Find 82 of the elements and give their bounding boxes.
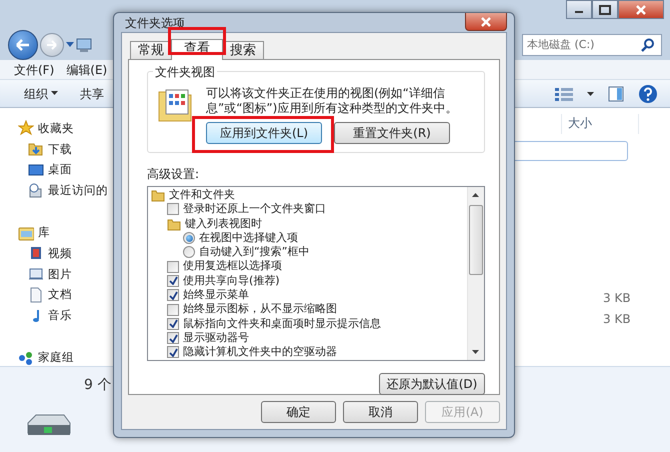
option-label: 隐藏计算机文件夹中的空驱动器 (183, 344, 337, 360)
tree-folder-label: 文件和文件夹 (169, 187, 235, 203)
checkbox[interactable] (167, 346, 179, 358)
radio-button[interactable] (183, 246, 195, 258)
radio-button[interactable] (183, 232, 195, 244)
dialog-button[interactable]: 确定 (261, 401, 336, 423)
nav-item[interactable]: 视频 (0, 242, 115, 264)
toolbar-button[interactable]: 共享 (80, 84, 104, 102)
back-button[interactable] (8, 30, 38, 60)
option-label: 始终显示图标，从不显示缩略图 (183, 301, 337, 318)
search-field[interactable]: 本地磁盘 (C:) (522, 34, 662, 56)
checkbox[interactable] (167, 289, 179, 302)
close-icon (636, 4, 646, 14)
nav-item[interactable]: 收藏夹 (0, 118, 115, 139)
file-size: 3 KB (603, 311, 631, 328)
preview-pane-icon[interactable] (608, 86, 624, 102)
checkbox[interactable] (167, 260, 179, 273)
option-label: 在视图中选择键入项 (199, 230, 298, 246)
library-folder-icon (18, 224, 34, 241)
tree-folder-label: 键入列表视图时 (185, 216, 262, 232)
option-label: 使用复选框以选择项 (183, 258, 282, 274)
nav-item[interactable]: 音乐 (0, 305, 115, 326)
star-icon (18, 120, 34, 136)
maximize-button[interactable] (592, 0, 618, 19)
nav-item[interactable]: 图片 (0, 264, 115, 285)
scroll-thumb[interactable] (469, 205, 483, 275)
checkbox[interactable] (167, 318, 179, 330)
tab[interactable]: 常规 (130, 41, 172, 59)
search-icon (641, 38, 655, 52)
toolbar-button[interactable]: 组织 (24, 84, 58, 102)
menu-item[interactable]: 编辑(E) (66, 60, 108, 78)
scroll-up-icon[interactable] (472, 193, 479, 197)
restore-defaults-button[interactable]: 还原为默认值(D) (379, 373, 485, 395)
dialog-button[interactable]: 取消 (343, 401, 418, 423)
status-text: 9 个 (84, 376, 112, 395)
checkbox[interactable] (167, 274, 179, 287)
description-text: 可以将该文件夹正在使用的视图(例如“详细信息”或“图标”)应用到所有这种类型的文件夹中。 (206, 86, 458, 116)
help-icon[interactable] (638, 84, 658, 104)
scroll-down-icon[interactable] (472, 350, 479, 354)
caret-down-icon[interactable] (587, 92, 594, 96)
option-label: 登录时还原上一个文件夹窗口 (183, 201, 326, 218)
tab[interactable]: 搜索 (222, 41, 264, 59)
folder-icon (151, 188, 165, 202)
close-icon (481, 16, 491, 26)
caret-down-icon (51, 91, 58, 96)
menu-item[interactable]: 文件(F) (14, 60, 54, 78)
close-button[interactable] (465, 13, 507, 31)
file-size: 3 KB (603, 290, 631, 307)
checkbox[interactable] (167, 332, 179, 344)
folder-arrow-icon (28, 141, 44, 158)
document-icon (28, 286, 44, 303)
arrow-right-icon (46, 39, 58, 51)
checkbox[interactable] (167, 203, 179, 216)
nav-item[interactable]: 最近访问的 (0, 180, 115, 202)
minimize-button[interactable] (566, 0, 592, 19)
nav-item[interactable]: 家庭组 (0, 347, 115, 366)
scrollbar[interactable] (467, 187, 484, 360)
nav-item[interactable]: 桌面 (0, 160, 115, 180)
forward-button[interactable] (40, 33, 64, 57)
film-icon (28, 245, 44, 262)
checkbox[interactable] (167, 304, 179, 316)
nav-item[interactable]: 下载 (0, 138, 115, 160)
arrow-left-icon (15, 38, 31, 52)
computer-icon (76, 37, 94, 53)
view-list-icon[interactable] (555, 87, 573, 101)
monitor-icon (28, 162, 44, 178)
option-label: 始终显示菜单 (183, 286, 249, 303)
maximize-icon (599, 4, 611, 14)
homegroup-icon (18, 350, 34, 366)
folder-icon (167, 216, 181, 231)
option-label: 鼠标指向文件夹和桌面项时显示提示信息 (183, 316, 381, 332)
option-label: 显示驱动器号 (183, 330, 249, 346)
group-title: 文件夹视图 (153, 63, 217, 81)
action-button[interactable]: 应用到文件夹(L) (206, 122, 322, 144)
section-label: 高级设置: (147, 166, 200, 183)
action-button[interactable]: 重置文件夹(R) (334, 122, 450, 144)
column-header[interactable]: 大小 (561, 114, 639, 134)
option-label: 自动键入到“搜索”框中 (199, 244, 310, 260)
option-label: 使用共享向导(推荐) (183, 272, 280, 289)
nav-item[interactable]: 文档 (0, 284, 115, 306)
close-button[interactable] (618, 0, 664, 19)
nav-item[interactable]: 库 (0, 222, 115, 243)
